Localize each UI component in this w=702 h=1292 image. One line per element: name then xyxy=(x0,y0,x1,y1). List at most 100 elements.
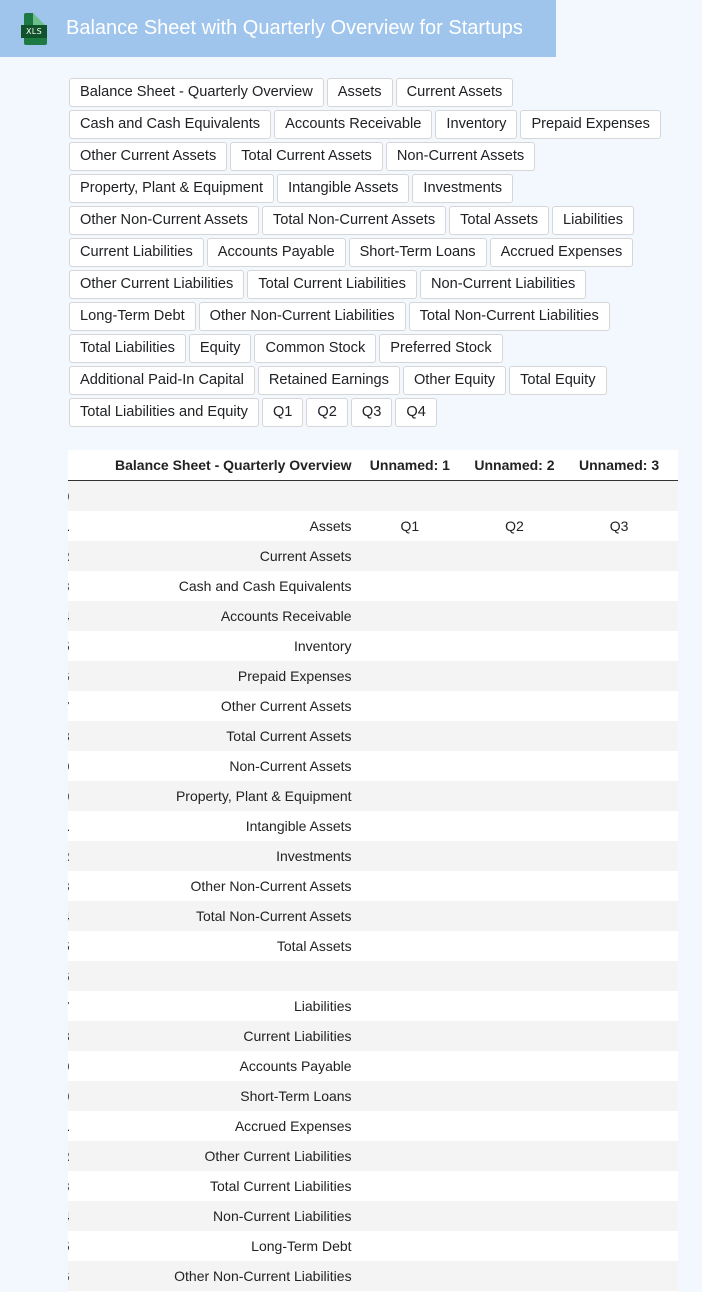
table-cell xyxy=(566,1111,672,1141)
tag-button[interactable]: Other Non-Current Assets xyxy=(69,206,259,235)
data-table-container[interactable]: Balance Sheet - Quarterly Overview Unname… xyxy=(68,450,678,1292)
table-cell xyxy=(671,1111,678,1141)
table-row: 0 xyxy=(68,480,678,511)
tag-button[interactable]: Prepaid Expenses xyxy=(520,110,661,139)
table-cell: Q2 xyxy=(462,511,567,541)
row-label-cell: Total Current Assets xyxy=(69,721,358,751)
table-cell xyxy=(357,631,463,661)
table-row: 7Other Current Assets xyxy=(68,691,678,721)
table-cell xyxy=(462,1231,567,1261)
tag-button[interactable]: Total Non-Current Assets xyxy=(261,206,447,235)
table-cell xyxy=(566,1021,672,1051)
tag-button[interactable]: Total Current Assets xyxy=(230,142,383,171)
table-cell xyxy=(671,571,678,601)
table-row: 0Short-Term Loans xyxy=(68,1081,678,1111)
tag-button[interactable]: Property, Plant & Equipment xyxy=(69,174,275,203)
table-cell xyxy=(357,1201,463,1231)
table-cell xyxy=(462,541,567,571)
table-cell xyxy=(462,1171,567,1201)
tag-button[interactable]: Short-Term Loans xyxy=(348,238,487,267)
table-cell xyxy=(462,480,567,511)
tag-button[interactable]: Total Liabilities and Equity xyxy=(69,398,259,427)
tag-button[interactable]: Total Assets xyxy=(449,206,550,235)
row-label-cell: Other Non-Current Liabilities xyxy=(69,1261,358,1291)
tag-button[interactable]: Balance Sheet - Quarterly Overview xyxy=(69,78,324,107)
table-cell xyxy=(566,811,672,841)
app-header: XLS Balance Sheet with Quarterly Overvie… xyxy=(0,0,556,57)
table-cell xyxy=(462,841,567,871)
tag-button[interactable]: Preferred Stock xyxy=(379,334,503,363)
tag-button[interactable]: Current Assets xyxy=(395,78,514,107)
table-cell xyxy=(566,1261,672,1291)
table-cell xyxy=(462,1201,567,1231)
table-cell xyxy=(566,1201,672,1231)
xls-icon-label: XLS xyxy=(21,24,47,38)
table-cell xyxy=(566,931,672,961)
tag-button[interactable]: Q3 xyxy=(350,398,393,427)
table-cell xyxy=(357,601,463,631)
tag-button[interactable]: Current Liabilities xyxy=(69,238,204,267)
table-cell xyxy=(462,871,567,901)
table-cell xyxy=(671,1261,678,1291)
tag-button[interactable]: Liabilities xyxy=(552,206,635,235)
table-cell xyxy=(462,1141,567,1171)
table-cell xyxy=(357,1021,463,1051)
table-cell xyxy=(566,1051,672,1081)
table-row: 5Long-Term Debt xyxy=(68,1231,678,1261)
tag-button[interactable]: Total Liabilities xyxy=(69,334,186,363)
table-row: 9Non-Current Assets xyxy=(68,751,678,781)
table-row: 2Current Assets xyxy=(68,541,678,571)
table-cell xyxy=(357,811,463,841)
tag-button[interactable]: Equity xyxy=(188,334,252,363)
table-cell xyxy=(566,961,672,991)
tag-button[interactable]: Q2 xyxy=(306,398,348,427)
tag-button[interactable]: Cash and Cash Equivalents xyxy=(69,110,272,139)
table-cell xyxy=(462,1021,567,1051)
table-cell xyxy=(357,480,463,511)
column-header: Unnamed: 4 xyxy=(671,450,678,481)
table-cell xyxy=(566,751,672,781)
tag-button[interactable]: Other Current Assets xyxy=(69,142,228,171)
column-header: Balance Sheet - Quarterly Overview xyxy=(69,450,358,481)
tag-button[interactable]: Q1 xyxy=(261,398,304,427)
tag-button[interactable]: Total Current Liabilities xyxy=(247,270,417,299)
tag-button[interactable]: Other Current Liabilities xyxy=(69,270,245,299)
table-cell xyxy=(357,691,463,721)
tag-button[interactable]: Other Non-Current Liabilities xyxy=(198,302,406,331)
tag-button[interactable]: Accounts Payable xyxy=(206,238,346,267)
tag-button[interactable]: Non-Current Liabilities xyxy=(419,270,587,299)
table-cell xyxy=(671,691,678,721)
row-label-cell: Cash and Cash Equivalents xyxy=(69,571,358,601)
tag-button[interactable]: Total Equity xyxy=(509,366,607,395)
row-label-cell: Liabilities xyxy=(69,991,358,1021)
tag-button[interactable]: Inventory xyxy=(435,110,518,139)
table-cell xyxy=(566,541,672,571)
tag-button[interactable]: Other Equity xyxy=(402,366,507,395)
tag-button[interactable]: Assets xyxy=(326,78,393,107)
table-cell xyxy=(357,751,463,781)
table-cell xyxy=(357,1171,463,1201)
table-row: 2Investments xyxy=(68,841,678,871)
row-label-cell: Accounts Receivable xyxy=(69,601,358,631)
table-cell xyxy=(462,1261,567,1291)
table-cell xyxy=(462,991,567,1021)
table-cell xyxy=(462,961,567,991)
tag-button[interactable]: Long-Term Debt xyxy=(69,302,196,331)
table-cell xyxy=(671,901,678,931)
table-cell: Q1 xyxy=(357,511,463,541)
tag-button[interactable]: Accrued Expenses xyxy=(489,238,634,267)
tag-button[interactable]: Common Stock xyxy=(254,334,377,363)
tag-button[interactable]: Additional Paid-In Capital xyxy=(69,366,255,395)
tag-button[interactable]: Non-Current Assets xyxy=(385,142,536,171)
row-label-cell: Other Current Liabilities xyxy=(69,1141,358,1171)
table-cell xyxy=(357,1081,463,1111)
tag-button[interactable]: Retained Earnings xyxy=(257,366,400,395)
tag-button[interactable]: Total Non-Current Liabilities xyxy=(408,302,610,331)
table-cell xyxy=(566,991,672,1021)
row-label-cell: Accrued Expenses xyxy=(69,1111,358,1141)
tag-button[interactable]: Investments xyxy=(412,174,514,203)
tag-button[interactable]: Intangible Assets xyxy=(277,174,410,203)
tag-button[interactable]: Accounts Receivable xyxy=(274,110,433,139)
table-cell xyxy=(671,511,678,541)
tag-button[interactable]: Q4 xyxy=(395,398,437,427)
